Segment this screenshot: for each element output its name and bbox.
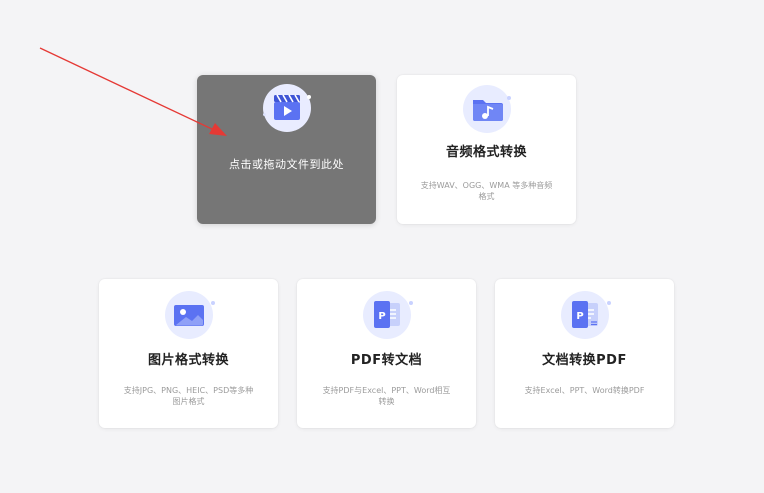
pdf-to-doc-desc: 支持PDF与Excel、PPT、Word相互转换 (322, 386, 451, 406)
audio-convert-card[interactable]: 音频格式转换 支持WAV、OGG、WMA 等多种音频格式 (397, 75, 576, 224)
image-convert-title: 图片格式转换 (147, 353, 229, 368)
doc-to-pdf-icon: P (560, 291, 609, 339)
doc-to-pdf-card[interactable]: P 文档转换PDF 支持Excel、PPT、Word转换PDF (495, 279, 674, 428)
doc-to-pdf-title: 文档转换PDF (542, 353, 627, 368)
doc-to-pdf-desc: 支持Excel、PPT、Word转换PDF (524, 386, 645, 395)
file-drop-zone[interactable]: 点击或拖动文件到此处 (197, 75, 376, 224)
converter-home: 点击或拖动文件到此处 音频格式转换 支持WAV、OGG、WMA 等多种音频格式 … (0, 0, 764, 493)
drop-zone-label: 点击或拖动文件到此处 (229, 158, 344, 171)
image-convert-desc: 支持JPG、PNG、HEIC、PSD等多种图片格式 (123, 386, 254, 406)
image-icon (164, 291, 213, 339)
svg-text:P: P (378, 311, 385, 322)
pdf-to-doc-icon: P (362, 291, 411, 339)
audio-convert-title: 音频格式转换 (445, 145, 527, 160)
pdf-to-doc-card[interactable]: P PDF转文档 支持PDF与Excel、PPT、Word相互转换 (297, 279, 476, 428)
audio-convert-desc: 支持WAV、OGG、WMA 等多种音频格式 (420, 181, 553, 201)
pdf-to-doc-title: PDF转文档 (350, 353, 423, 368)
audio-folder-icon (462, 85, 511, 133)
video-clapper-icon (262, 84, 311, 132)
image-convert-card[interactable]: 图片格式转换 支持JPG、PNG、HEIC、PSD等多种图片格式 (99, 279, 278, 428)
svg-text:P: P (576, 311, 583, 322)
